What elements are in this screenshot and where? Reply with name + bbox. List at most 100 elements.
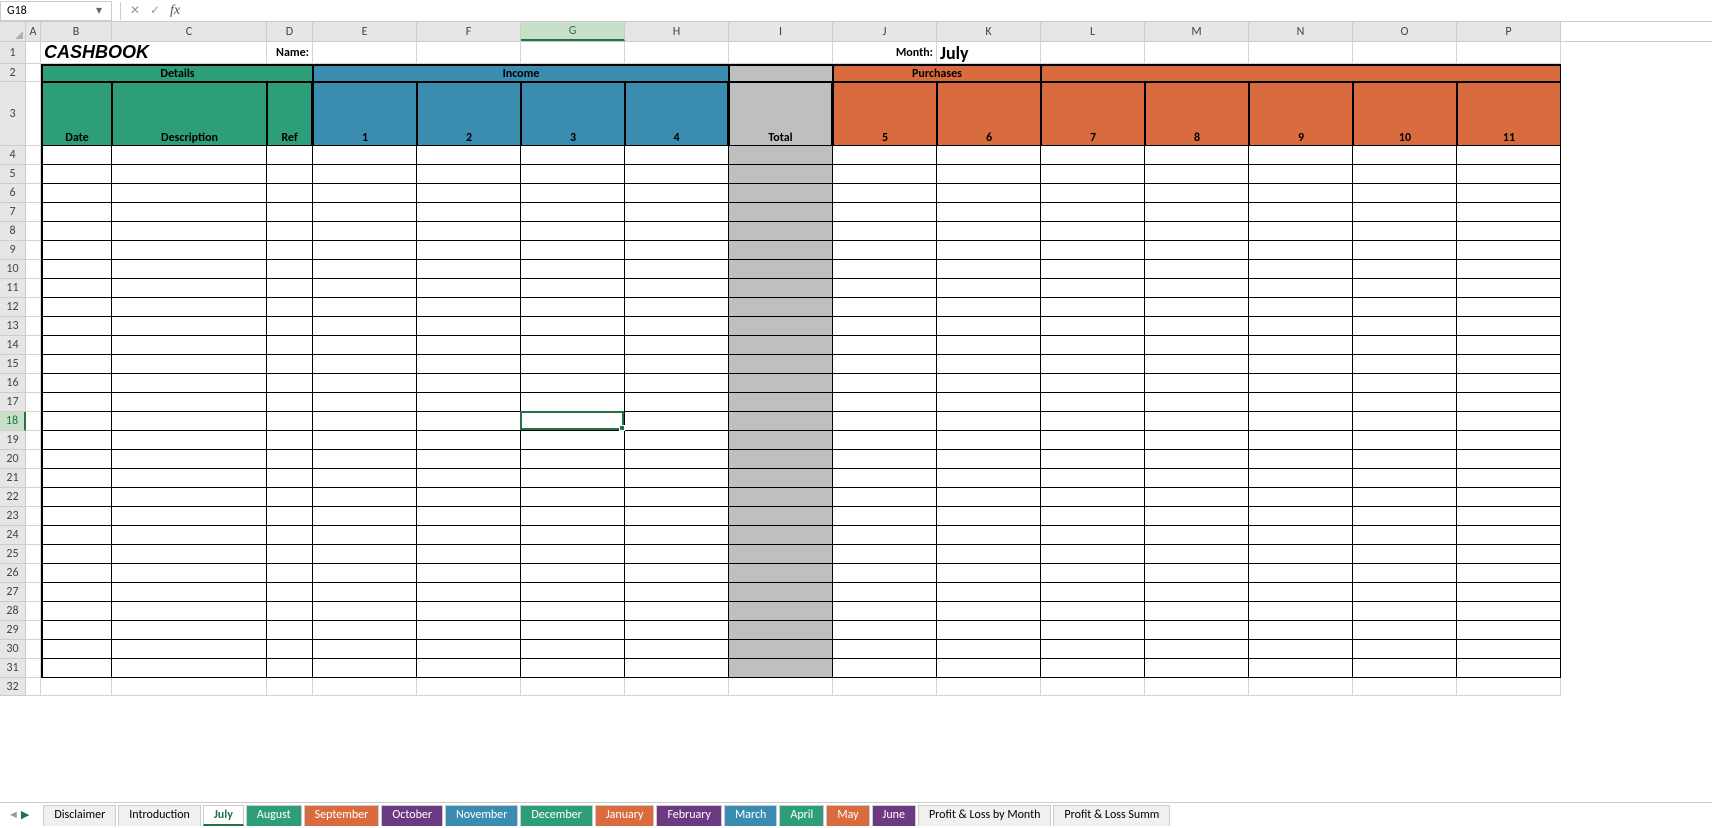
cell-total[interactable]	[729, 431, 833, 450]
cell-purchase[interactable]	[1353, 146, 1457, 165]
cell-purchase[interactable]	[1145, 336, 1249, 355]
cell-date[interactable]	[41, 222, 112, 241]
cell-income1[interactable]	[313, 279, 417, 298]
cell-income2[interactable]	[417, 545, 521, 564]
cell-purchase[interactable]	[1457, 165, 1561, 184]
cell-income3[interactable]	[521, 488, 625, 507]
cell-income1[interactable]	[313, 659, 417, 678]
column-header-I[interactable]: I	[729, 22, 833, 41]
cell-ref[interactable]	[267, 507, 313, 526]
cell-purchase[interactable]	[937, 545, 1041, 564]
cell-income4[interactable]	[625, 260, 729, 279]
cell-purchase[interactable]	[833, 583, 937, 602]
row-header-12[interactable]: 12	[0, 298, 26, 317]
subheader-11[interactable]: 11	[1457, 82, 1561, 146]
cell-purchase[interactable]	[1457, 203, 1561, 222]
cell-purchase[interactable]	[1457, 621, 1561, 640]
tab-november[interactable]: November	[445, 805, 518, 826]
cell-date[interactable]	[41, 184, 112, 203]
cell-income3[interactable]	[521, 621, 625, 640]
cell-ref[interactable]	[267, 564, 313, 583]
cell-income4[interactable]	[625, 298, 729, 317]
cell-purchase[interactable]	[1041, 355, 1145, 374]
cell-income1[interactable]	[313, 545, 417, 564]
cell-purchase[interactable]	[1041, 431, 1145, 450]
cell-purchase[interactable]	[1145, 640, 1249, 659]
cell-purchase[interactable]	[1145, 241, 1249, 260]
subheader-ref[interactable]: Ref	[267, 82, 313, 146]
cell-total[interactable]	[729, 165, 833, 184]
cell-purchase[interactable]	[937, 469, 1041, 488]
cell-date[interactable]	[41, 431, 112, 450]
cell-purchase[interactable]	[1457, 450, 1561, 469]
cell-income2[interactable]	[417, 602, 521, 621]
cell-income4[interactable]	[625, 317, 729, 336]
cell-date[interactable]	[41, 659, 112, 678]
cell-purchase[interactable]	[833, 469, 937, 488]
cell-income1[interactable]	[313, 583, 417, 602]
cell-purchase[interactable]	[1249, 317, 1353, 336]
cell-ref[interactable]	[267, 545, 313, 564]
row-header-21[interactable]: 21	[0, 469, 26, 488]
cell-purchase[interactable]	[833, 317, 937, 336]
cell-total[interactable]	[729, 260, 833, 279]
cell-purchase[interactable]	[1249, 621, 1353, 640]
cell-purchase[interactable]	[937, 184, 1041, 203]
cell-income2[interactable]	[417, 412, 521, 431]
cell-purchase[interactable]	[1145, 317, 1249, 336]
subheader-description[interactable]: Description	[112, 82, 267, 146]
cell-total[interactable]	[729, 507, 833, 526]
cell-purchase[interactable]	[1249, 241, 1353, 260]
cell-income4[interactable]	[625, 583, 729, 602]
cell-income3[interactable]	[521, 222, 625, 241]
cell-purchase[interactable]	[833, 526, 937, 545]
cell-purchase[interactable]	[833, 146, 937, 165]
cell-purchase[interactable]	[833, 241, 937, 260]
row-header-15[interactable]: 15	[0, 355, 26, 374]
row-header-16[interactable]: 16	[0, 374, 26, 393]
name-box[interactable]: G18 ▾	[0, 1, 112, 21]
cell-total[interactable]	[729, 222, 833, 241]
cell-ref[interactable]	[267, 355, 313, 374]
cell-purchase[interactable]	[1041, 488, 1145, 507]
cell-income2[interactable]	[417, 184, 521, 203]
cell-income2[interactable]	[417, 488, 521, 507]
cell-purchase[interactable]	[1353, 431, 1457, 450]
cell-purchase[interactable]	[1457, 431, 1561, 450]
cell-purchase[interactable]	[937, 526, 1041, 545]
cell-income3[interactable]	[521, 355, 625, 374]
cancel-formula-icon[interactable]: ✕	[125, 1, 145, 21]
row-header-27[interactable]: 27	[0, 583, 26, 602]
cell-purchase[interactable]	[937, 507, 1041, 526]
tab-nav-prev-icon[interactable]: ◄	[8, 808, 19, 821]
cell-purchase[interactable]	[1353, 450, 1457, 469]
tab-september[interactable]: September	[304, 805, 380, 826]
cell-purchase[interactable]	[833, 412, 937, 431]
cell-income1[interactable]	[313, 488, 417, 507]
cell-total[interactable]	[729, 659, 833, 678]
cell-purchase[interactable]	[1249, 393, 1353, 412]
cell-description[interactable]	[112, 545, 267, 564]
cell-income1[interactable]	[313, 298, 417, 317]
tab-april[interactable]: April	[779, 805, 824, 826]
cell-purchase[interactable]	[1145, 165, 1249, 184]
cell-purchase[interactable]	[1249, 184, 1353, 203]
cell-income4[interactable]	[625, 545, 729, 564]
cell-total[interactable]	[729, 184, 833, 203]
cell-income2[interactable]	[417, 469, 521, 488]
cell-purchase[interactable]	[833, 431, 937, 450]
cell-purchase[interactable]	[1249, 336, 1353, 355]
cell-income1[interactable]	[313, 165, 417, 184]
cell-income2[interactable]	[417, 222, 521, 241]
cell-purchase[interactable]	[1457, 412, 1561, 431]
cell-income2[interactable]	[417, 317, 521, 336]
cell-purchase[interactable]	[833, 279, 937, 298]
row-header-30[interactable]: 30	[0, 640, 26, 659]
cell-income3[interactable]	[521, 336, 625, 355]
cell-purchase[interactable]	[1041, 279, 1145, 298]
cell-ref[interactable]	[267, 621, 313, 640]
cell-purchase[interactable]	[937, 393, 1041, 412]
cell-purchase[interactable]	[937, 621, 1041, 640]
cell-purchase[interactable]	[1249, 298, 1353, 317]
tab-profit-loss-by-month[interactable]: Profit & Loss by Month	[918, 805, 1051, 826]
